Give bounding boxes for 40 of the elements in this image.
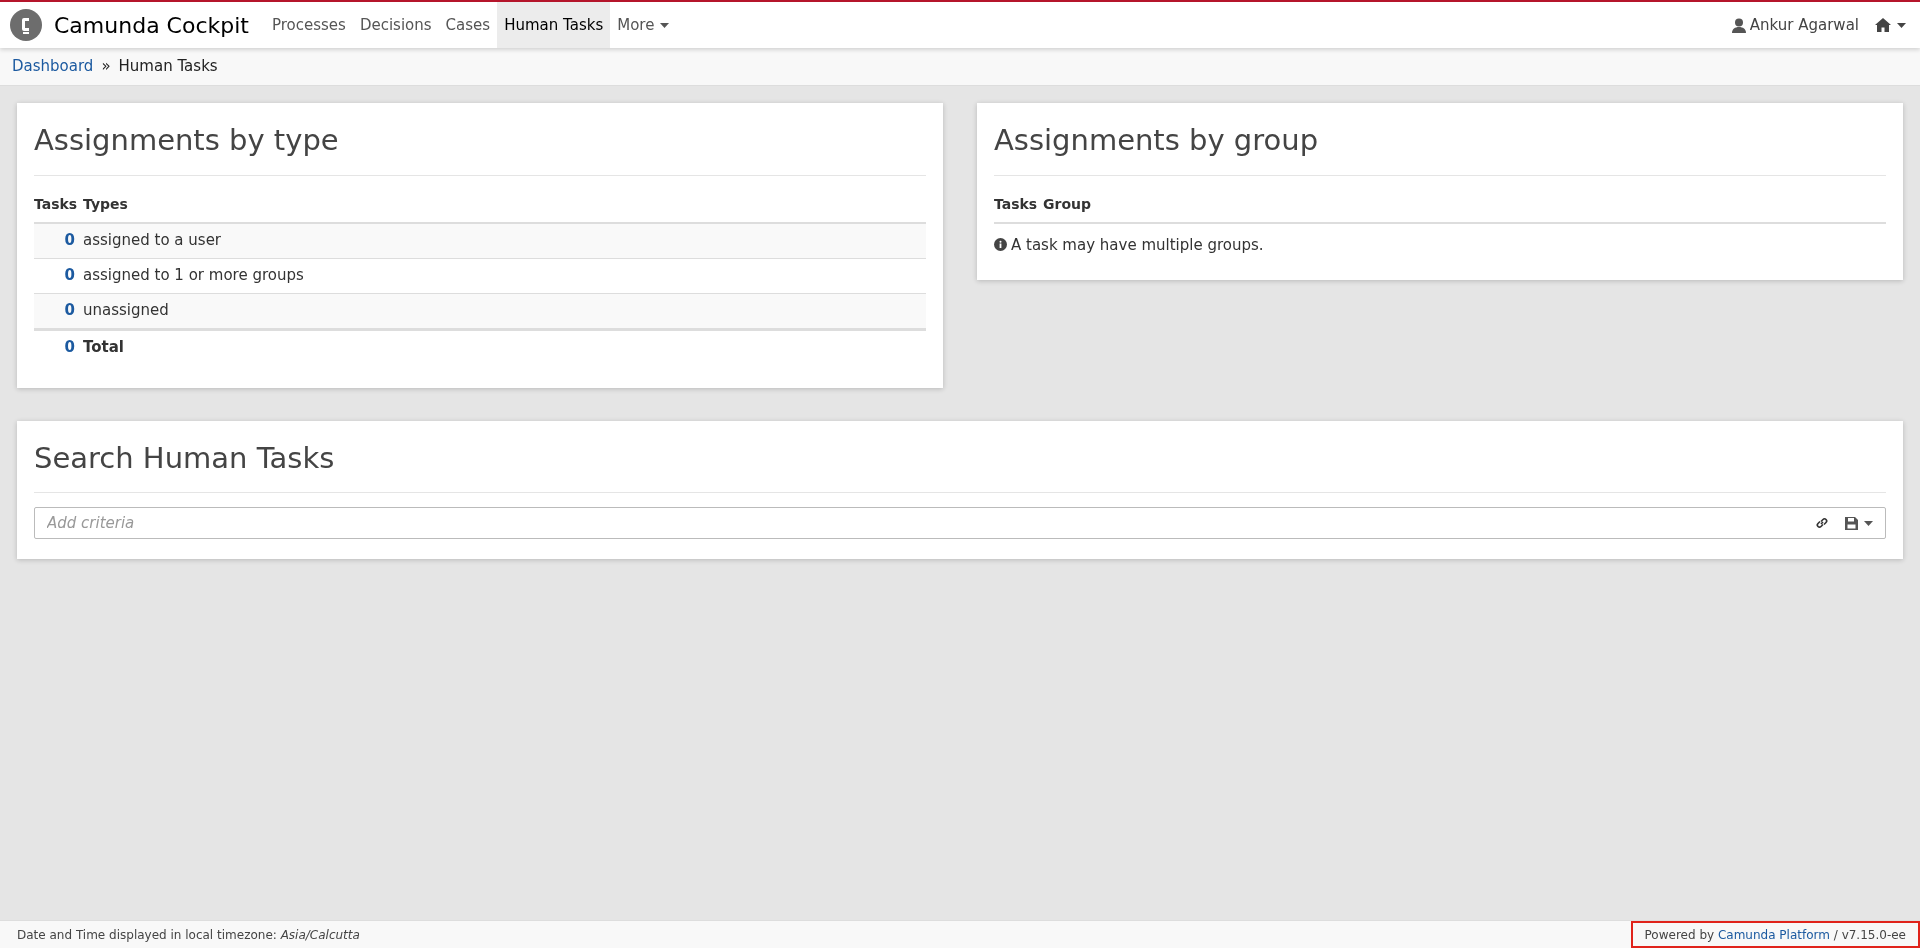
nav-tab[interactable]: Decisions: [352, 2, 439, 48]
breadcrumb-text: Human Tasks: [118, 56, 218, 78]
user-icon: [1731, 17, 1746, 33]
nav-tab[interactable]: Cases: [438, 2, 498, 48]
caret-icon: [1897, 22, 1906, 28]
table-cell-text: assigned to 1 or more groups: [82, 265, 304, 287]
nav-tab[interactable]: More: [610, 2, 677, 48]
column-header: Types: [82, 194, 128, 214]
link-icon[interactable]: [1815, 516, 1829, 530]
nav-tab[interactable]: Human Tasks: [497, 2, 611, 48]
criteria-input[interactable]: Add criteria: [47, 511, 1815, 535]
column-header: Group: [1042, 194, 1091, 214]
panel-title: Assignments by type: [34, 119, 926, 176]
platform-link[interactable]: Camunda Platform: [1717, 928, 1830, 942]
caret-icon: [1864, 520, 1873, 526]
app-title[interactable]: Camunda Cockpit: [54, 8, 249, 42]
breadcrumb-link[interactable]: Dashboard: [12, 55, 94, 78]
task-count-link[interactable]: 0: [34, 264, 82, 287]
table-cell-text: unassigned: [82, 300, 169, 322]
info-note: A task may have multiple groups.: [1011, 234, 1264, 256]
table-cell-text: Total: [82, 336, 124, 358]
search-field[interactable]: Add criteria: [34, 507, 1886, 539]
task-count-link[interactable]: 0: [34, 335, 82, 359]
info-icon: [994, 238, 1007, 252]
column-header: Tasks: [994, 194, 1039, 214]
caret-icon: [660, 22, 670, 28]
home-icon: [1875, 18, 1891, 32]
logo-icon: [10, 9, 42, 41]
panel-title: Search Human Tasks: [34, 436, 1886, 493]
table-cell-text: assigned to a user: [82, 230, 222, 252]
column-header: Tasks: [34, 194, 79, 214]
panel-title: Assignments by group: [994, 119, 1886, 176]
nav-tab[interactable]: Processes: [264, 2, 353, 48]
powered-by-note: Powered by Camunda Platform / v7.15.0-ee: [1630, 921, 1920, 948]
user-menu[interactable]: Ankur Agarwal: [1731, 2, 1859, 48]
task-count-link[interactable]: 0: [34, 229, 82, 252]
timezone-note: Date and Time displayed in local timezone: Asia/Calcutta: [17, 926, 360, 944]
breadcrumb-text: »: [101, 56, 111, 78]
save-menu-button[interactable]: [1845, 516, 1873, 530]
task-count-link[interactable]: 0: [34, 299, 82, 322]
